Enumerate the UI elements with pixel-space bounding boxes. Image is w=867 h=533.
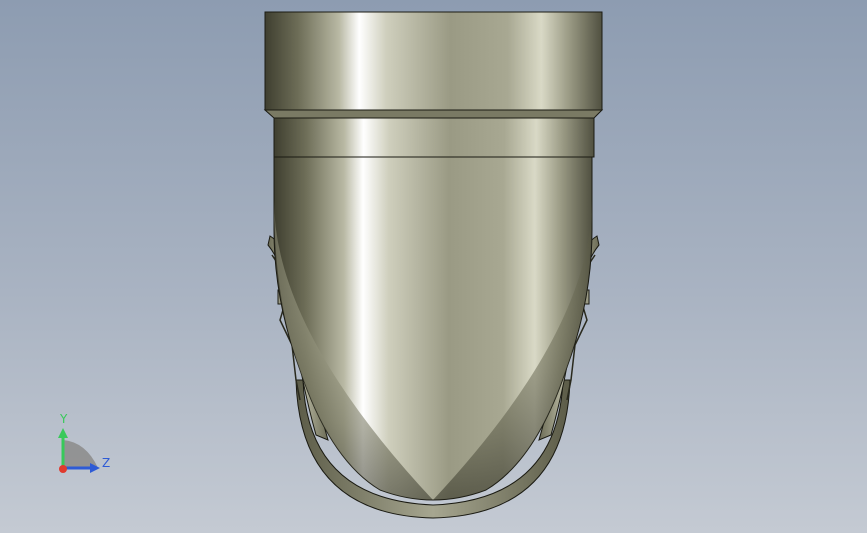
socket-shoulder (263, 109, 604, 119)
socket-upper (264, 11, 603, 111)
graphics-viewport[interactable]: Y Z (0, 0, 867, 533)
elbow-body (273, 156, 593, 501)
x-axis-dot (59, 465, 67, 473)
coordinate-triad: Y Z (48, 410, 128, 480)
y-axis-label: Y (60, 412, 68, 426)
z-axis-label: Z (102, 456, 111, 470)
pipe-elbow-model[interactable] (0, 0, 867, 533)
triad-plane-sector (63, 440, 98, 468)
collar-band (273, 117, 595, 158)
y-axis-arrowhead (58, 428, 68, 438)
